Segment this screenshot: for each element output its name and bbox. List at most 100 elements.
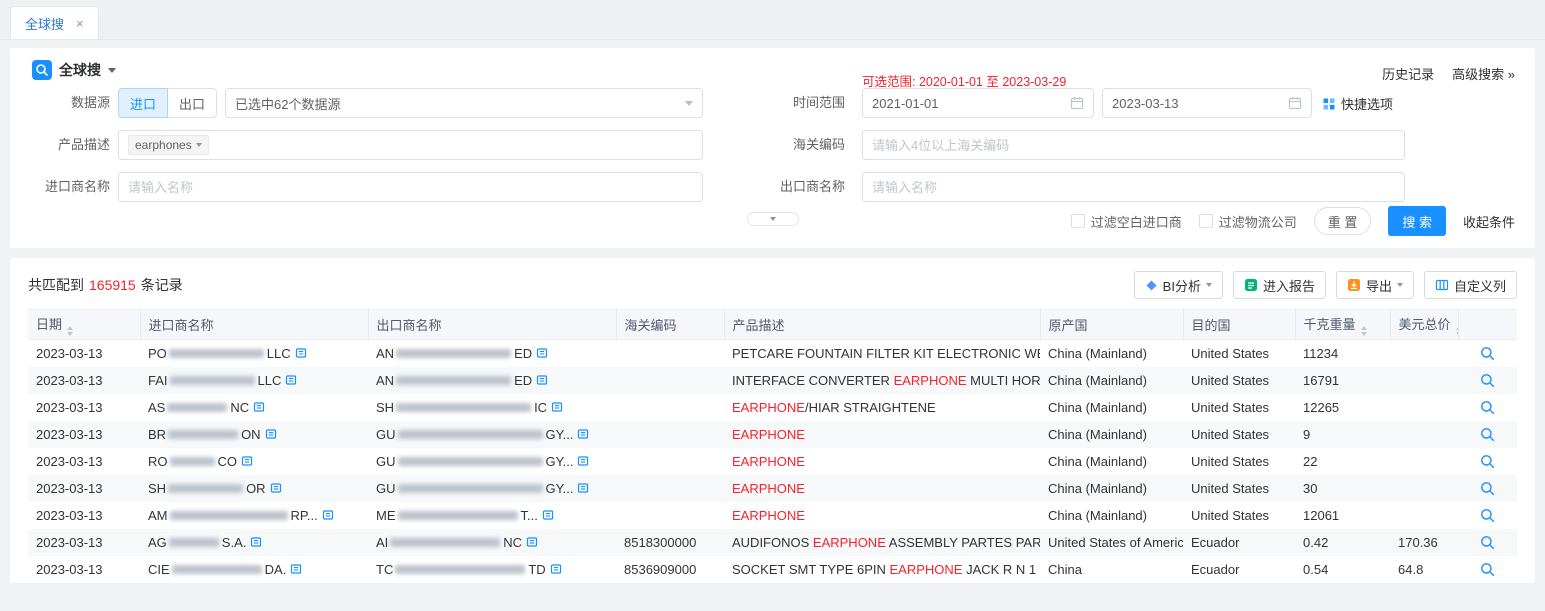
company-info-icon[interactable] (290, 563, 302, 575)
sort-icon[interactable] (67, 326, 73, 336)
company-info-icon[interactable] (270, 482, 282, 494)
company-info-icon[interactable] (542, 509, 554, 521)
chevron-down-icon (770, 217, 776, 221)
app-switcher[interactable]: 全球搜 (32, 60, 116, 80)
chevron-down-icon (685, 101, 693, 106)
product-desc-cell: AUDIFONOS EARPHONE ASSEMBLY PARTES PARA … (724, 529, 1040, 556)
import-toggle-button[interactable]: 进口 (118, 88, 168, 118)
column-header[interactable]: 美元总价 (1390, 310, 1458, 340)
product-desc-cell: EARPHONE (724, 475, 1040, 502)
company-info-icon[interactable] (241, 455, 253, 467)
importer-name-label: 进口商名称 (30, 172, 110, 202)
date-from-input[interactable] (872, 96, 1064, 111)
date-cell: 2023-03-13 (28, 394, 140, 421)
export-toggle-button[interactable]: 出口 (167, 88, 217, 118)
exporter-name-field[interactable] (862, 172, 1405, 202)
date-cell: 2023-03-13 (28, 556, 140, 583)
data-source-select[interactable]: 已选中62个数据源 (225, 88, 703, 118)
filter-logistics-checkbox[interactable]: 过滤物流公司 (1199, 212, 1297, 231)
collapse-form-button[interactable] (747, 212, 799, 226)
table-header-row: 日期进口商名称出口商名称海关编码产品描述原产国目的国千克重量美元总价 (28, 310, 1517, 340)
redacted-text (396, 403, 531, 412)
hs-code-field[interactable] (862, 130, 1405, 160)
column-label: 千克重量 (1304, 317, 1356, 332)
company-info-icon[interactable] (526, 536, 538, 548)
filter-blank-importer-checkbox[interactable]: 过滤空白进口商 (1071, 212, 1182, 231)
view-detail-icon[interactable] (1480, 454, 1495, 469)
keyword-highlight: EARPHONE (890, 562, 963, 577)
enter-report-button[interactable]: 进入报告 (1233, 271, 1326, 299)
view-detail-icon[interactable] (1480, 400, 1495, 415)
view-detail-icon[interactable] (1480, 508, 1495, 523)
company-info-icon[interactable] (536, 347, 548, 359)
table-row: 2023-03-13FAILLCANEDINTERFACE CONVERTER … (28, 367, 1517, 394)
importer-cell: CIEDA. (140, 556, 368, 583)
desc-text: AUDIFONOS (732, 535, 813, 550)
importer-name-field[interactable] (118, 172, 703, 202)
hs-code-input[interactable] (872, 138, 1395, 153)
weight-kg-cell: 30 (1295, 475, 1390, 502)
company-info-icon[interactable] (536, 374, 548, 386)
reset-button[interactable]: 重 置 (1314, 207, 1372, 235)
custom-columns-button[interactable]: 自定义列 (1424, 271, 1517, 299)
action-cell (1458, 340, 1517, 367)
view-detail-icon[interactable] (1480, 346, 1495, 361)
destination-country-cell: Ecuador (1183, 556, 1295, 583)
exporter-cell: AINC (368, 529, 616, 556)
usd-total-cell (1390, 367, 1458, 394)
date-from-field[interactable] (862, 88, 1094, 118)
table-row: 2023-03-13AMRP...MET...EARPHONEChina (Ma… (28, 502, 1517, 529)
search-button[interactable]: 搜 索 (1388, 206, 1446, 236)
weight-kg-cell: 12265 (1295, 394, 1390, 421)
view-detail-icon[interactable] (1480, 373, 1495, 388)
company-info-icon[interactable] (285, 374, 297, 386)
company-info-icon[interactable] (253, 401, 265, 413)
desc-text: /HIAR STRAIGHTENE (805, 400, 936, 415)
column-label: 日期 (36, 317, 62, 332)
view-detail-icon[interactable] (1480, 427, 1495, 442)
company-info-icon[interactable] (250, 536, 262, 548)
export-button[interactable]: 导出 (1336, 271, 1414, 299)
product-desc-field[interactable]: earphones (118, 130, 703, 160)
date-to-field[interactable] (1102, 88, 1312, 118)
advanced-search-link[interactable]: 高级搜索 » (1452, 64, 1515, 83)
company-suffix: GY... (546, 481, 574, 496)
company-info-icon[interactable] (295, 347, 307, 359)
date-to-input[interactable] (1112, 96, 1282, 111)
date-cell: 2023-03-13 (28, 529, 140, 556)
view-detail-icon[interactable] (1480, 535, 1495, 550)
view-detail-icon[interactable] (1480, 481, 1495, 496)
product-keyword-tag[interactable]: earphones (128, 135, 209, 155)
weight-kg-cell: 22 (1295, 448, 1390, 475)
sort-icon[interactable] (1361, 326, 1367, 336)
column-header[interactable]: 日期 (28, 310, 140, 340)
usd-total-cell (1390, 448, 1458, 475)
company-info-icon[interactable] (322, 509, 334, 521)
table-row: 2023-03-13ASNCSHICEARPHONE/HIAR STRAIGHT… (28, 394, 1517, 421)
company-suffix: S.A. (222, 535, 247, 550)
company-info-icon[interactable] (550, 563, 562, 575)
company-info-icon[interactable] (577, 482, 589, 494)
company-info-icon[interactable] (265, 428, 277, 440)
usd-total-cell (1390, 340, 1458, 367)
company-info-icon[interactable] (551, 401, 563, 413)
importer-cell: POLLC (140, 340, 368, 367)
redacted-text (396, 349, 511, 358)
column-label: 美元总价 (1399, 317, 1451, 332)
company-info-icon[interactable] (577, 428, 589, 440)
exporter-name-input[interactable] (872, 180, 1395, 195)
collapse-conditions-link[interactable]: 收起条件 (1463, 212, 1515, 231)
column-header[interactable]: 千克重量 (1295, 310, 1390, 340)
company-info-icon[interactable] (577, 455, 589, 467)
tab-close-icon[interactable]: × (76, 16, 84, 31)
history-link[interactable]: 历史记录 (1382, 64, 1434, 83)
view-detail-icon[interactable] (1480, 562, 1495, 577)
hs-code-cell (616, 394, 724, 421)
quick-options-button[interactable]: 快捷选项 (1322, 94, 1393, 113)
importer-name-input[interactable] (128, 180, 693, 195)
company-prefix: SH (376, 400, 394, 415)
bi-analysis-button[interactable]: BI分析 (1134, 271, 1223, 299)
top-links: 历史记录 高级搜索 » (1382, 64, 1515, 83)
desc-text: INTERFACE CONVERTER (732, 373, 894, 388)
tab-global-search[interactable]: 全球搜 × (10, 6, 99, 39)
